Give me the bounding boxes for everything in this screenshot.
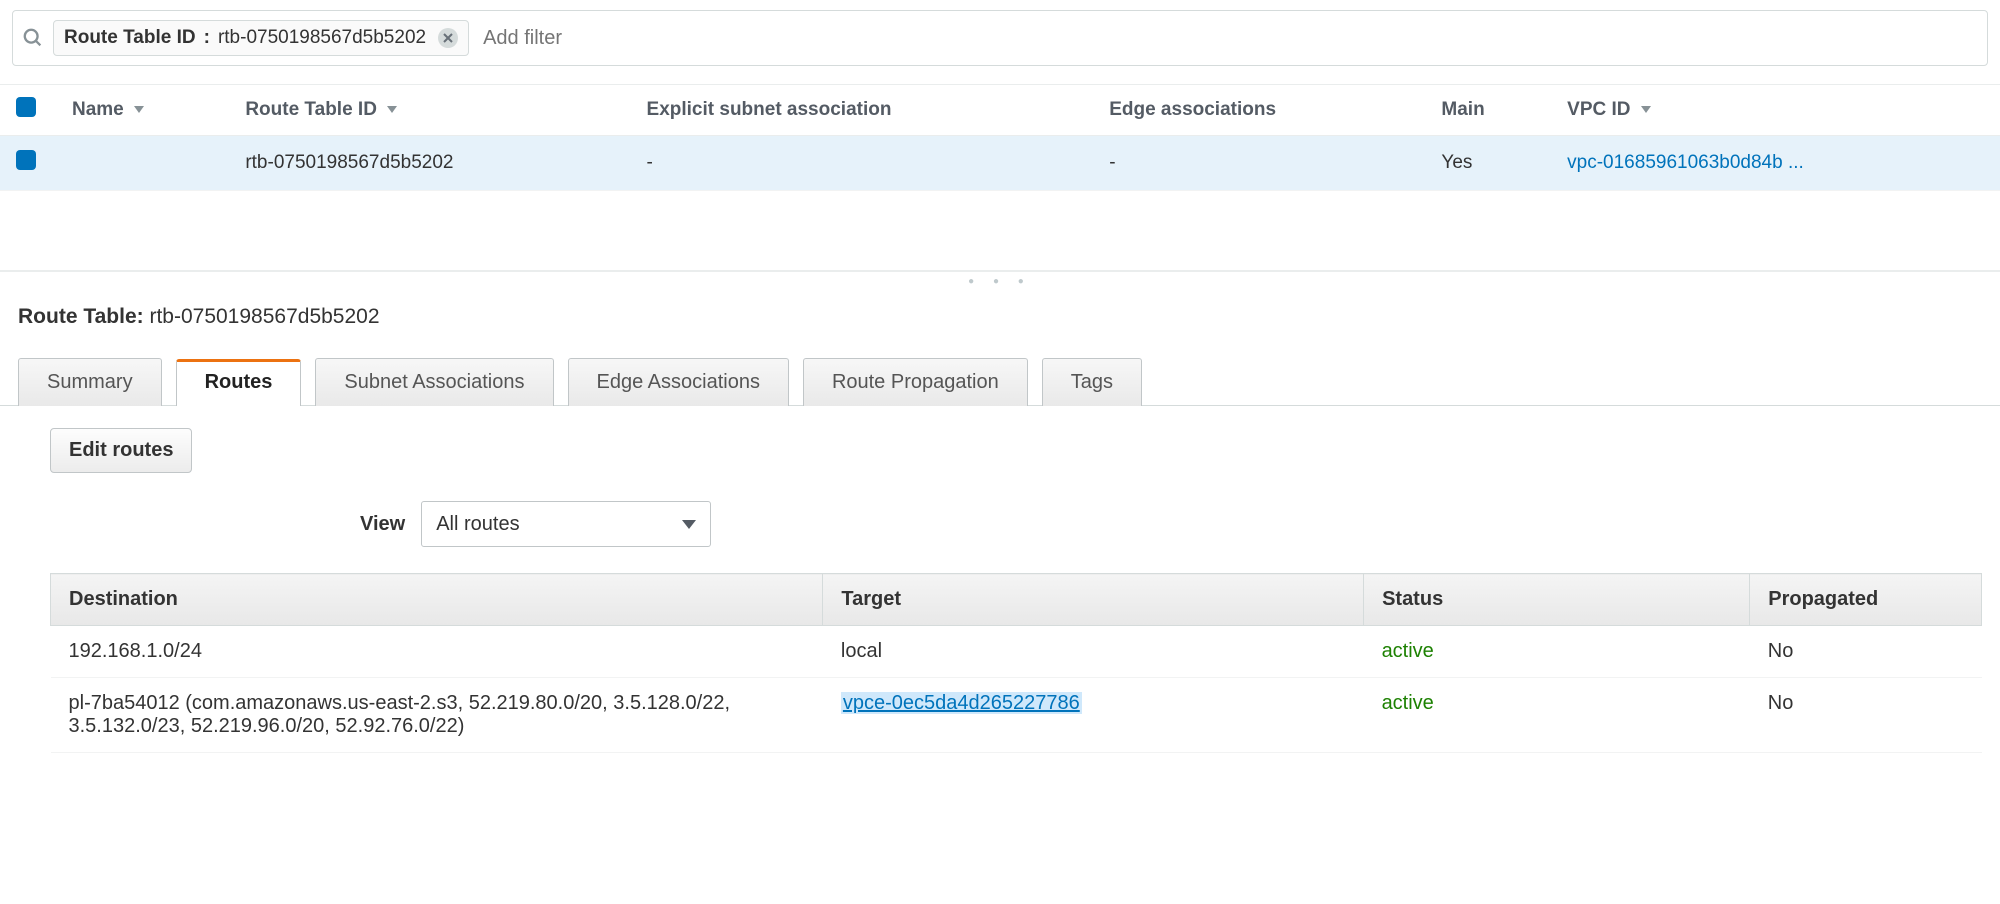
routes-col-status[interactable]: Status xyxy=(1364,574,1750,626)
cell-main: Yes xyxy=(1425,136,1551,191)
detail-header: Route Table: rtb-0750198567d5b5202 xyxy=(0,287,2000,337)
col-main[interactable]: Main xyxy=(1425,85,1551,136)
filter-value: rtb-0750198567d5b5202 xyxy=(218,27,426,49)
cell-vpc-id-link[interactable]: vpc-01685961063b0d84b ... xyxy=(1567,152,1804,173)
view-label: View xyxy=(360,513,405,536)
col-route-table-id[interactable]: Route Table ID xyxy=(229,85,630,136)
select-all-checkbox[interactable] xyxy=(16,97,36,117)
detail-id: rtb-0750198567d5b5202 xyxy=(149,305,379,328)
cell-route-table-id: rtb-0750198567d5b5202 xyxy=(229,136,630,191)
col-edge-assoc[interactable]: Edge associations xyxy=(1093,85,1425,136)
cell-edge: - xyxy=(1093,136,1425,191)
filter-key: Route Table ID xyxy=(64,27,196,49)
route-status: active xyxy=(1382,692,1434,714)
table-row[interactable]: rtb-0750198567d5b5202 - - Yes vpc-016859… xyxy=(0,136,2000,191)
route-destination: pl-7ba54012 (com.amazonaws.us-east-2.s3,… xyxy=(51,678,823,753)
routes-table: Destination Target Status Propagated 192… xyxy=(50,573,1982,753)
view-row: View All routes xyxy=(0,473,2000,573)
split-handle[interactable]: ● ● ● xyxy=(0,271,2000,287)
cell-name xyxy=(56,136,229,191)
route-row: pl-7ba54012 (com.amazonaws.us-east-2.s3,… xyxy=(51,678,1982,753)
tabs: Summary Routes Subnet Associations Edge … xyxy=(0,357,2000,406)
view-selected-value: All routes xyxy=(436,513,519,536)
chevron-down-icon xyxy=(682,520,696,529)
filter-bar: Route Table ID : rtb-0750198567d5b5202 xyxy=(12,10,1988,66)
detail-label: Route Table: xyxy=(18,305,144,328)
col-name[interactable]: Name xyxy=(56,85,229,136)
route-destination: 192.168.1.0/24 xyxy=(51,626,823,678)
col-vpc-id[interactable]: VPC ID xyxy=(1551,85,2000,136)
tab-routes[interactable]: Routes xyxy=(176,359,302,406)
tab-route-propagation[interactable]: Route Propagation xyxy=(803,358,1028,406)
route-propagated: No xyxy=(1750,626,1982,678)
row-checkbox[interactable] xyxy=(16,150,36,170)
add-filter-input[interactable] xyxy=(479,21,1987,56)
filter-tag-route-table-id[interactable]: Route Table ID : rtb-0750198567d5b5202 xyxy=(53,20,469,56)
routes-col-target[interactable]: Target xyxy=(823,574,1364,626)
route-target-link[interactable]: vpce-0ec5da4d265227786 xyxy=(841,692,1082,714)
tab-subnet-associations[interactable]: Subnet Associations xyxy=(315,358,553,406)
routes-col-destination[interactable]: Destination xyxy=(51,574,823,626)
search-icon xyxy=(13,27,53,49)
col-explicit-subnet-assoc[interactable]: Explicit subnet association xyxy=(631,85,1094,136)
tab-edge-associations[interactable]: Edge Associations xyxy=(568,358,789,406)
route-status: active xyxy=(1382,640,1434,662)
view-dropdown[interactable]: All routes xyxy=(421,501,711,547)
route-row: 192.168.1.0/24 local active No xyxy=(51,626,1982,678)
remove-filter-icon[interactable] xyxy=(438,28,458,48)
edit-routes-button[interactable]: Edit routes xyxy=(50,428,192,473)
routes-col-propagated[interactable]: Propagated xyxy=(1750,574,1982,626)
route-tables-table: Name Route Table ID Explicit subnet asso… xyxy=(0,84,2000,191)
route-propagated: No xyxy=(1750,678,1982,753)
route-target: local xyxy=(823,626,1364,678)
tab-tags[interactable]: Tags xyxy=(1042,358,1142,406)
tab-summary[interactable]: Summary xyxy=(18,358,162,406)
filter-separator: : xyxy=(202,27,212,49)
cell-explicit: - xyxy=(631,136,1094,191)
